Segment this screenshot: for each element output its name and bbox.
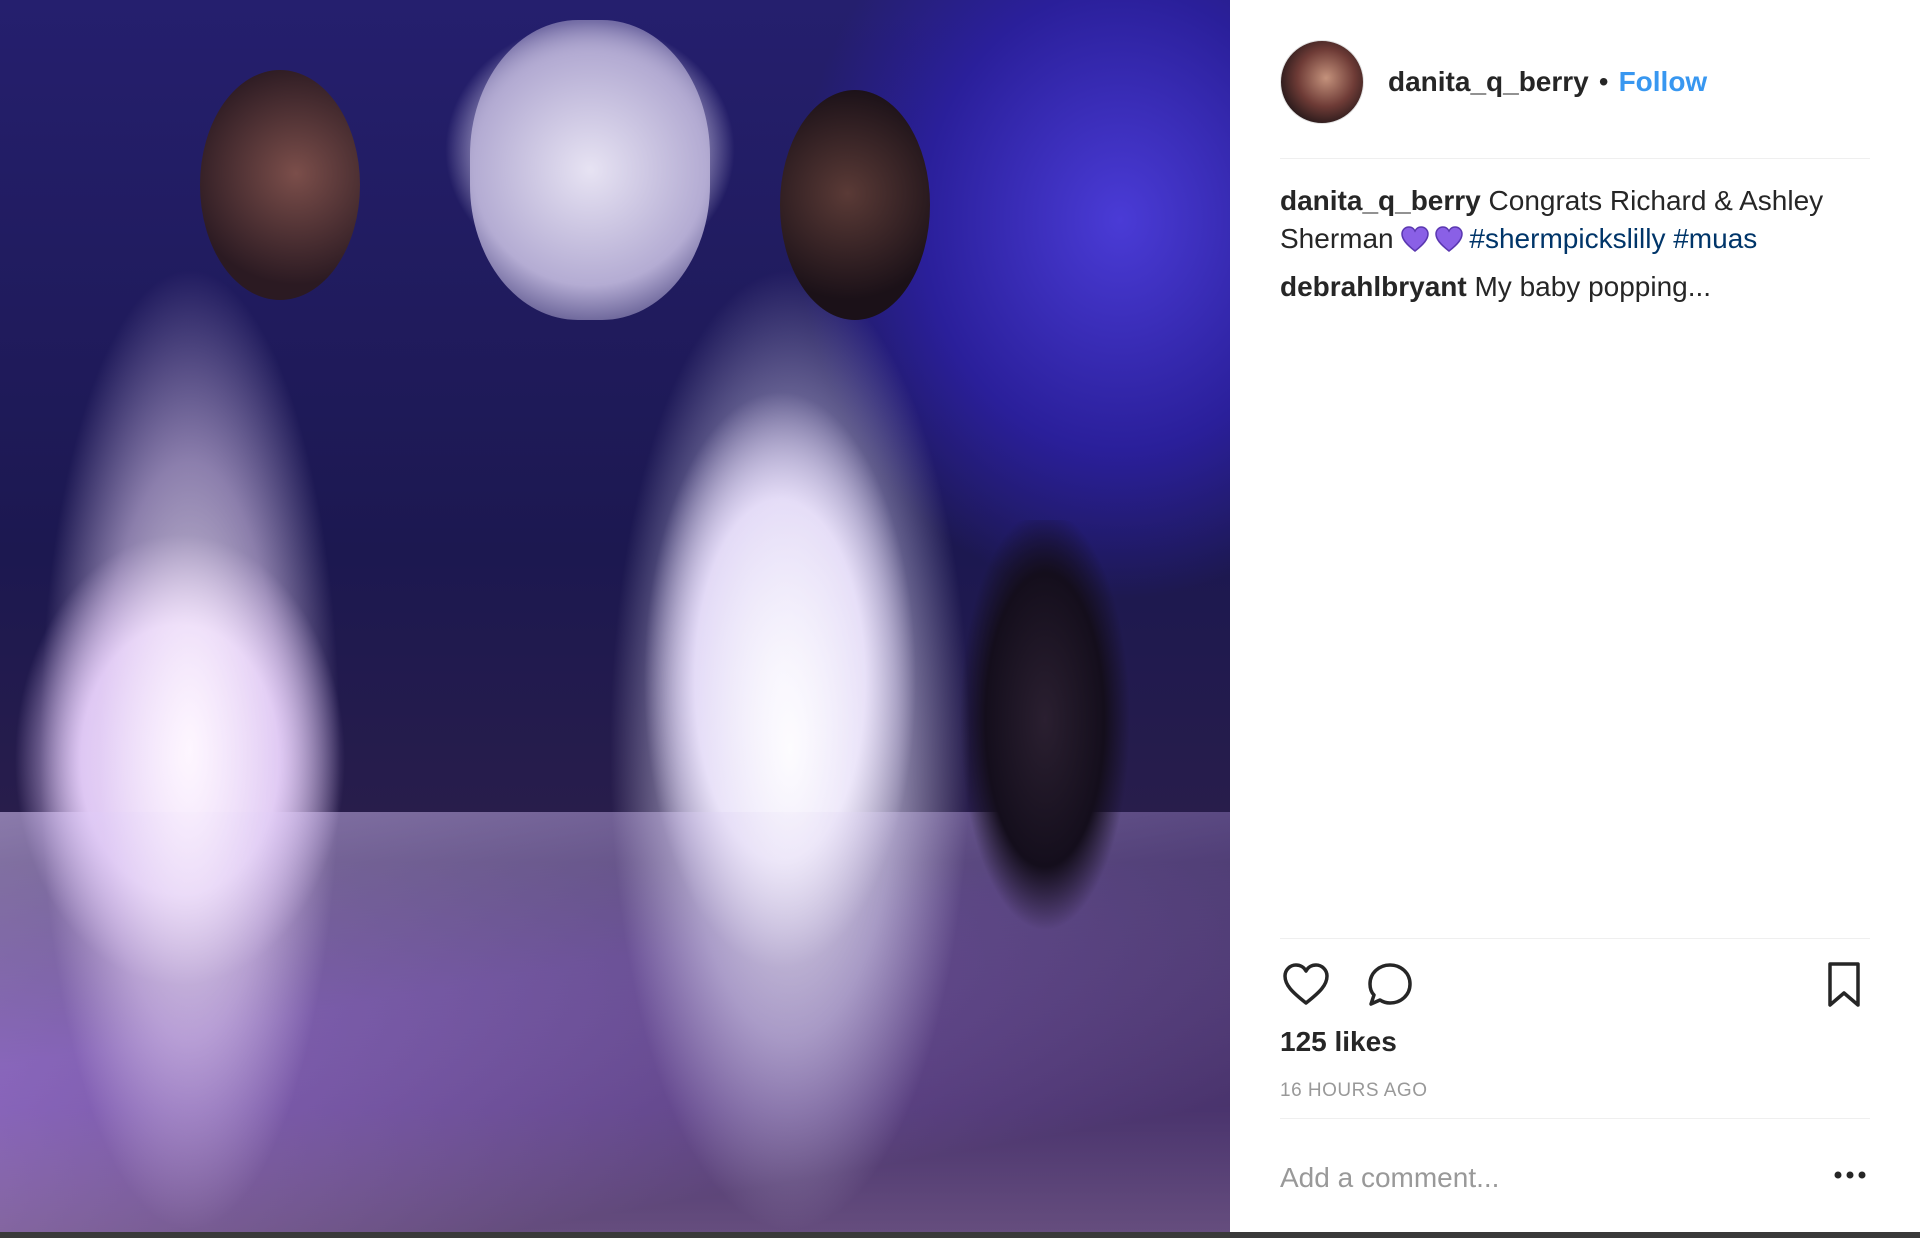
follow-button[interactable]: Follow [1619,66,1708,98]
comment-icon[interactable] [1364,959,1416,1011]
header-divider [1280,158,1870,159]
photo-groom [600,250,980,1230]
comments-list: danita_q_berry Congrats Richard & Ashley… [1280,182,1870,316]
purple-heart-icon [1435,226,1464,252]
comment-text: My baby popping... [1474,271,1712,302]
photo-bride-head [200,70,360,300]
comment-divider [1280,1118,1870,1119]
likes-count[interactable]: 125 likes [1280,1026,1397,1058]
action-bar [1280,955,1870,1015]
bottom-border [0,1232,1920,1238]
hashtag-link[interactable]: #muas [1673,223,1757,254]
more-options-icon[interactable] [1830,1160,1870,1190]
header-separator: • [1598,66,1609,97]
add-comment-input[interactable] [1280,1148,1810,1208]
post-timestamp: 16 HOURS AGO [1280,1080,1428,1101]
caption: danita_q_berry Congrats Richard & Ashley… [1280,182,1870,258]
comment-username[interactable]: debrahlbryant [1280,271,1467,302]
photo-photographer [960,520,1130,940]
actions-divider [1280,938,1870,939]
avatar[interactable] [1280,40,1364,124]
bookmark-icon[interactable] [1818,959,1870,1011]
photo-bride [40,230,340,1230]
header-username[interactable]: danita_q_berry [1388,66,1589,98]
caption-username[interactable]: danita_q_berry [1280,185,1481,216]
post-photo[interactable] [0,0,1230,1232]
post-header: danita_q_berry • Follow [1280,38,1870,126]
comment-item: debrahlbryant My baby popping... [1280,268,1870,306]
purple-heart-icon [1401,226,1430,252]
heart-icon[interactable] [1280,959,1332,1011]
hashtag-link[interactable]: #shermpickslilly [1469,223,1665,254]
post-sidebar: danita_q_berry • Follow danita_q_berry C… [1230,0,1920,1232]
instagram-post: danita_q_berry • Follow danita_q_berry C… [0,0,1920,1238]
photo-groom-head [780,90,930,320]
